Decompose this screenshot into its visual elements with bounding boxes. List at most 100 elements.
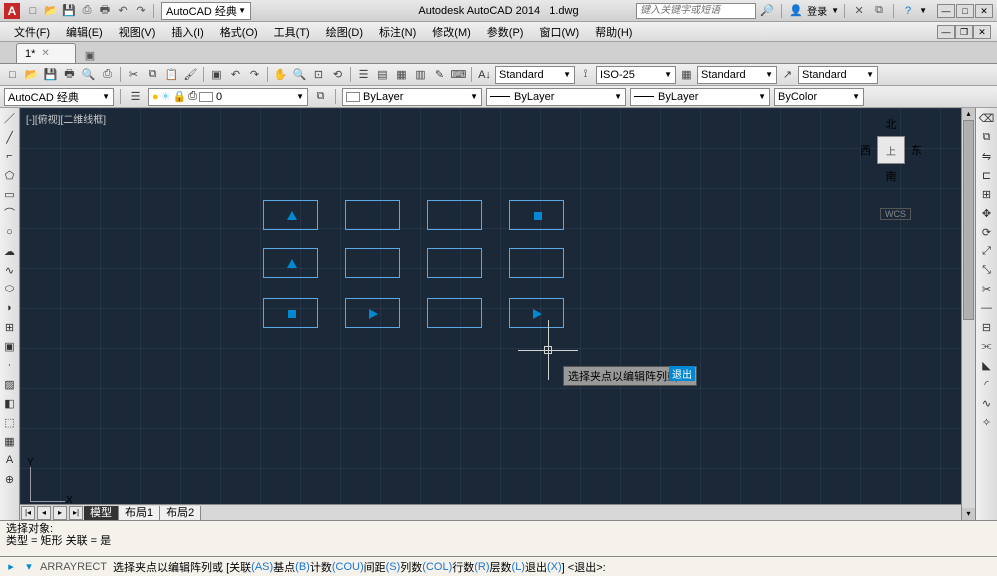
publish-icon[interactable]: ⎙ (99, 66, 116, 83)
user-icon[interactable]: 👤 (788, 3, 804, 19)
pline-icon[interactable]: ⌐ (2, 148, 18, 164)
text-style-combo[interactable]: Standard▼ (495, 66, 575, 84)
insert-icon[interactable]: ⊞ (2, 319, 18, 335)
menu-format[interactable]: 格式(O) (212, 22, 266, 42)
redo-icon[interactable]: ↷ (246, 66, 263, 83)
menu-dimension[interactable]: 标注(N) (371, 22, 424, 42)
zoom-prev-icon[interactable]: ⟲ (329, 66, 346, 83)
array-item[interactable] (427, 298, 482, 328)
revcloud-icon[interactable]: ☁ (2, 243, 18, 259)
minimize-button[interactable]: — (937, 4, 955, 18)
line-icon[interactable]: ／ (2, 110, 18, 126)
mirror-icon[interactable]: ⇋ (979, 148, 995, 164)
tab-last-icon[interactable]: ▸| (69, 506, 83, 520)
layer-combo[interactable]: ● ☀ 🔒 ⎙ 0▼ (148, 88, 308, 106)
open-icon[interactable]: 📂 (43, 3, 59, 19)
menu-parametric[interactable]: 参数(P) (479, 22, 532, 42)
doc-minimize-button[interactable]: — (937, 25, 955, 39)
viewport-label[interactable]: [-][俯视][二维线框] (26, 111, 106, 126)
mtext-icon[interactable]: A (2, 452, 18, 468)
extend-icon[interactable]: ― (979, 300, 995, 316)
new-icon[interactable]: □ (25, 3, 41, 19)
textstyle-icon[interactable]: A↓ (476, 66, 493, 83)
array-icon[interactable]: ⊞ (979, 186, 995, 202)
redo-icon[interactable]: ↷ (133, 3, 149, 19)
chamfer-icon[interactable]: ◣ (979, 357, 995, 373)
addselect-icon[interactable]: ⊕ (2, 471, 18, 487)
cloud-icon[interactable]: ⧉ (871, 3, 887, 19)
signin-label[interactable]: 登录 (807, 3, 827, 18)
table-icon[interactable]: ▦ (2, 433, 18, 449)
viewcube-top-face[interactable]: 上 (877, 136, 905, 164)
rotate-icon[interactable]: ⟳ (979, 224, 995, 240)
point-icon[interactable]: · (2, 357, 18, 373)
join-icon[interactable]: ⫘ (979, 338, 995, 354)
menu-edit[interactable]: 编辑(E) (58, 22, 111, 42)
erase-icon[interactable]: ⌫ (979, 110, 995, 126)
circle-icon[interactable]: ○ (2, 224, 18, 240)
drawing-area[interactable]: [-][俯视][二维线框] 选择夹点以编辑阵列或▼ 退出 北 西 上 (20, 108, 961, 520)
array-item[interactable] (509, 200, 564, 230)
save-icon[interactable]: 💾 (61, 3, 77, 19)
tab-next-icon[interactable]: ▸ (53, 506, 67, 520)
new-icon[interactable]: □ (4, 66, 21, 83)
menu-insert[interactable]: 插入(I) (163, 22, 211, 42)
ellipse-icon[interactable]: ⬭ (2, 281, 18, 297)
arc-icon[interactable]: ⌒ (2, 205, 18, 221)
paste-icon[interactable]: 📋 (163, 66, 180, 83)
block-icon[interactable]: ▣ (2, 338, 18, 354)
region-icon[interactable]: ⬚ (2, 414, 18, 430)
layer-tools-icon[interactable]: ⧉ (312, 88, 329, 105)
linetype-combo[interactable]: ByLayer▼ (486, 88, 626, 106)
copy-icon[interactable]: ⧉ (979, 129, 995, 145)
scroll-up-icon[interactable]: ▴ (962, 108, 975, 120)
workspace-selector[interactable]: AutoCAD 经典 ▼ (161, 2, 251, 20)
offset-icon[interactable]: ⊏ (979, 167, 995, 183)
tab-first-icon[interactable]: |◂ (21, 506, 35, 520)
tab-layout2[interactable]: 布局2 (160, 506, 201, 520)
menu-help[interactable]: 帮助(H) (587, 22, 640, 42)
markup-icon[interactable]: ✎ (431, 66, 448, 83)
doc-close-button[interactable]: ✕ (973, 25, 991, 39)
wcs-badge[interactable]: WCS (880, 208, 911, 220)
app-logo[interactable]: A (4, 3, 20, 19)
close-icon[interactable]: ✕ (41, 48, 49, 59)
lineweight-combo[interactable]: ByLayer▼ (630, 88, 770, 106)
menu-window[interactable]: 窗口(W) (531, 22, 587, 42)
scrollbar-vertical[interactable]: ▴ ▾ (961, 108, 975, 520)
save-icon[interactable]: 💾 (42, 66, 59, 83)
array-item[interactable] (345, 298, 400, 328)
zoom-rt-icon[interactable]: 🔍 (291, 66, 308, 83)
command-line[interactable]: ▸ ▾ ARRAYRECT 选择夹点以编辑阵列或 [关联(AS) 基点(B) 计… (0, 556, 997, 576)
array-item[interactable] (509, 298, 564, 328)
polygon-icon[interactable]: ⬠ (2, 167, 18, 183)
calc-icon[interactable]: ⌨ (450, 66, 467, 83)
new-tab-button[interactable]: ▣ (82, 47, 98, 63)
scroll-down-icon[interactable]: ▾ (962, 508, 975, 520)
preview-icon[interactable]: 🔍 (80, 66, 97, 83)
block-icon[interactable]: ▣ (208, 66, 225, 83)
zoom-win-icon[interactable]: ⊡ (310, 66, 327, 83)
tablestyle-icon[interactable]: ▦ (678, 66, 695, 83)
array-item[interactable] (263, 248, 318, 278)
menu-view[interactable]: 视图(V) (111, 22, 164, 42)
xline-icon[interactable]: ╱ (2, 129, 18, 145)
array-item[interactable] (427, 200, 482, 230)
command-history[interactable]: 选择对象: 类型 = 矩形 关联 = 是 (0, 520, 997, 556)
saveas-icon[interactable]: ⎙ (79, 3, 95, 19)
search-icon[interactable]: 🔎 (759, 3, 775, 19)
color-combo[interactable]: ByLayer▼ (342, 88, 482, 106)
blend-icon[interactable]: ∿ (979, 395, 995, 411)
match-icon[interactable]: 🖌 (182, 66, 199, 83)
dynamic-option-exit[interactable]: 退出 (669, 366, 695, 381)
table-style-combo[interactable]: Standard▼ (697, 66, 777, 84)
mleader-style-combo[interactable]: Standard▼ (798, 66, 878, 84)
copy-icon[interactable]: ⧉ (144, 66, 161, 83)
fillet-icon[interactable]: ◜ (979, 376, 995, 392)
tab-prev-icon[interactable]: ◂ (37, 506, 51, 520)
hatch-icon[interactable]: ▨ (2, 376, 18, 392)
help-search-input[interactable] (636, 3, 756, 19)
rectangle-icon[interactable]: ▭ (2, 186, 18, 202)
cut-icon[interactable]: ✂ (125, 66, 142, 83)
menu-modify[interactable]: 修改(M) (424, 22, 479, 42)
